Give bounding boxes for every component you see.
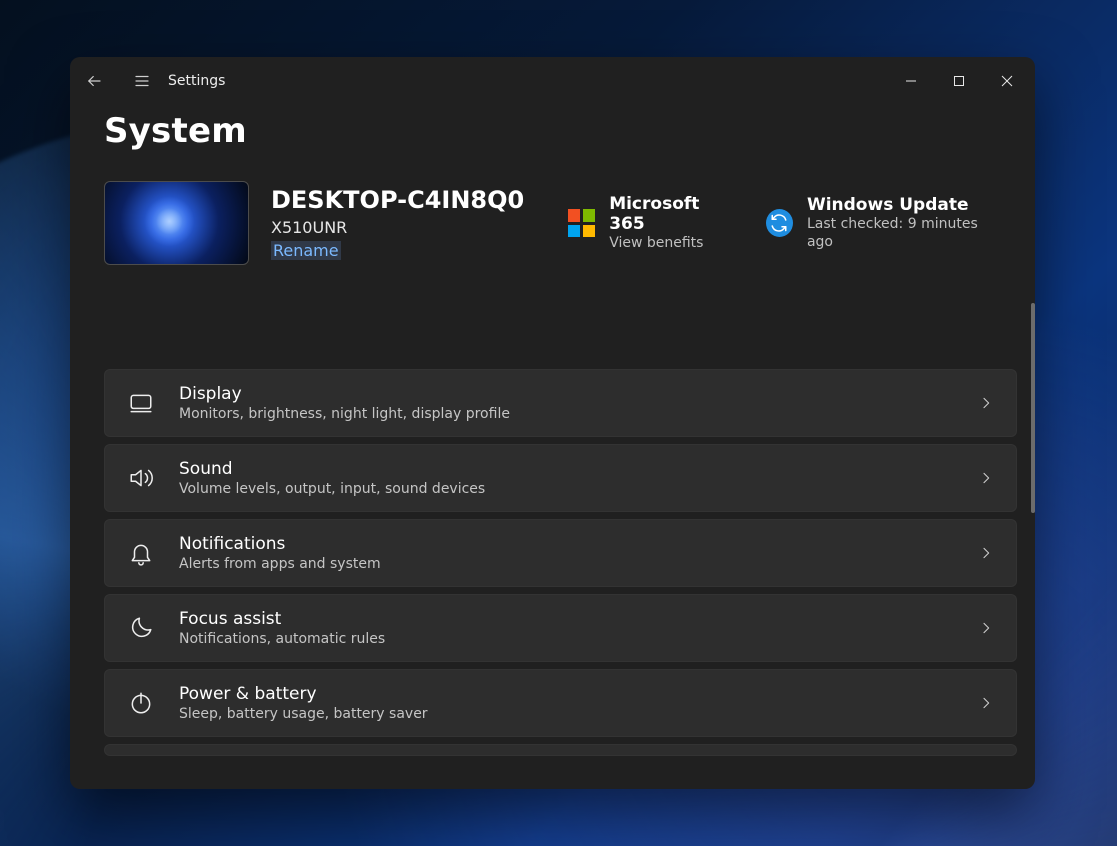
item-subtitle: Notifications, automatic rules [179,631,954,647]
close-icon [1001,75,1013,87]
microsoft-365-title: Microsoft 365 [609,194,736,235]
settings-window: Settings System DESKTOP-C4IN8Q0 X510UNR … [70,57,1035,789]
item-subtitle: Volume levels, output, input, sound devi… [179,481,954,497]
bell-icon [127,539,155,567]
page-content: System DESKTOP-C4IN8Q0 X510UNR Rename Mi… [70,105,1035,789]
settings-item-focus-assist[interactable]: Focus assist Notifications, automatic ru… [104,594,1017,662]
device-model: X510UNR [271,218,524,237]
microsoft-365-card[interactable]: Microsoft 365 View benefits [568,190,736,257]
title-bar: Settings [70,57,1035,105]
chevron-right-icon [978,470,994,486]
window-title: Settings [168,73,225,89]
windows-update-title: Windows Update [807,195,1001,215]
settings-item-sound[interactable]: Sound Volume levels, output, input, soun… [104,444,1017,512]
chevron-right-icon [978,545,994,561]
chevron-right-icon [978,395,994,411]
device-name: DESKTOP-C4IN8Q0 [271,186,524,214]
rename-link[interactable]: Rename [271,241,341,260]
item-subtitle: Monitors, brightness, night light, displ… [179,406,954,422]
settings-list: Display Monitors, brightness, night ligh… [104,369,1017,789]
settings-item-partial[interactable] [104,744,1017,756]
page-heading: System [104,111,1001,151]
item-title: Sound [179,459,954,479]
windows-update-subtitle: Last checked: 9 minutes ago [807,215,1001,251]
desktop-wallpaper-thumbnail[interactable] [104,181,249,265]
item-title: Power & battery [179,684,954,704]
scrollbar[interactable] [1031,303,1035,513]
hamburger-icon [133,72,151,90]
microsoft-365-subtitle: View benefits [609,234,736,252]
item-title: Notifications [179,534,954,554]
settings-item-notifications[interactable]: Notifications Alerts from apps and syste… [104,519,1017,587]
moon-icon [127,614,155,642]
item-subtitle: Alerts from apps and system [179,556,954,572]
windows-update-card[interactable]: Windows Update Last checked: 9 minutes a… [766,191,1001,256]
microsoft-logo-icon [568,209,595,237]
sound-icon [127,464,155,492]
chevron-right-icon [978,695,994,711]
item-title: Focus assist [179,609,954,629]
sync-icon [766,209,793,237]
device-info-row: DESKTOP-C4IN8Q0 X510UNR Rename Microsoft… [104,181,1001,265]
close-button[interactable] [983,62,1031,100]
maximize-button[interactable] [935,62,983,100]
item-subtitle: Sleep, battery usage, battery saver [179,706,954,722]
minimize-icon [905,75,917,87]
nav-menu-button[interactable] [118,57,166,105]
display-icon [127,389,155,417]
maximize-icon [953,75,965,87]
back-button[interactable] [70,57,118,105]
settings-item-display[interactable]: Display Monitors, brightness, night ligh… [104,369,1017,437]
power-icon [127,689,155,717]
arrow-left-icon [85,72,103,90]
minimize-button[interactable] [887,62,935,100]
item-title: Display [179,384,954,404]
device-block: DESKTOP-C4IN8Q0 X510UNR Rename [271,186,524,260]
chevron-right-icon [978,620,994,636]
settings-item-power-battery[interactable]: Power & battery Sleep, battery usage, ba… [104,669,1017,737]
